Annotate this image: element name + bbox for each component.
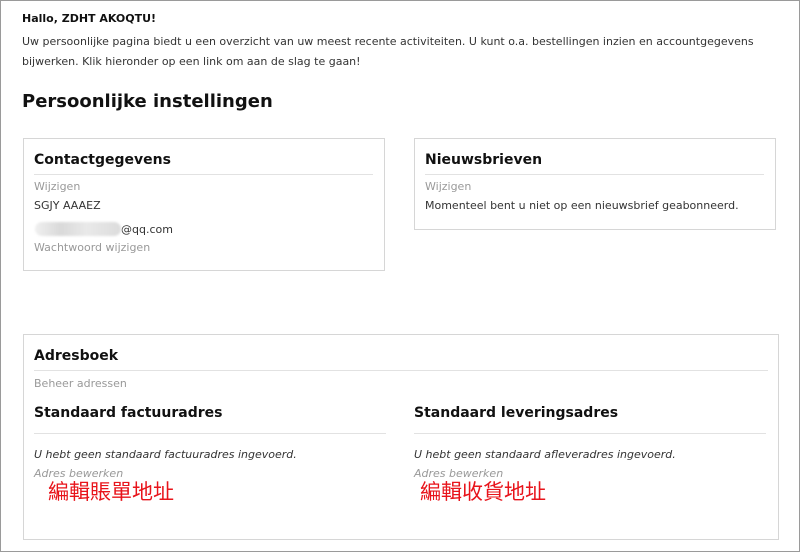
shipping-address-empty-text: U hebt geen standaard afleveradres ingev… [414, 448, 676, 461]
shipping-annotation: 編輯收貨地址 [420, 480, 546, 504]
contact-email-row: @qq.com [34, 218, 373, 237]
addressbook-title: Adresboek [34, 348, 768, 371]
newsletter-edit-link[interactable]: Wijzigen [425, 180, 764, 193]
contact-name: SGJY AAAEZ [34, 199, 101, 212]
billing-address-empty-text: U hebt geen standaard factuuradres ingev… [34, 448, 297, 461]
newsletter-card-title: Nieuwsbrieven [425, 152, 764, 175]
redacted-email-blur [35, 221, 121, 236]
contact-email-suffix: @qq.com [121, 223, 173, 236]
page-title: Persoonlijke instellingen [22, 91, 273, 112]
billing-address-section: Standaard factuuradres U hebt geen stand… [34, 405, 386, 506]
billing-annotation: 編輯賬單地址 [48, 480, 174, 504]
billing-address-title: Standaard factuuradres [34, 405, 386, 434]
contact-card-title: Contactgegevens [34, 152, 373, 175]
manage-addresses-link[interactable]: Beheer adressen [34, 377, 768, 390]
shipping-address-title: Standaard leveringsadres [414, 405, 766, 434]
newsletter-card: Nieuwsbrieven Wijzigen Momenteel bent u … [414, 138, 776, 230]
shipping-address-section: Standaard leveringsadres U hebt geen sta… [414, 405, 766, 506]
intro-text: Uw persoonlijke pagina biedt u een overz… [22, 35, 754, 68]
addressbook-card: Adresboek Beheer adressen Standaard fact… [23, 334, 779, 540]
change-password-link[interactable]: Wachtwoord wijzigen [34, 241, 373, 254]
contact-card: Contactgegevens Wijzigen SGJY AAAEZ @qq.… [23, 138, 385, 271]
contact-edit-link[interactable]: Wijzigen [34, 180, 373, 193]
newsletter-status: Momenteel bent u niet op een nieuwsbrief… [425, 199, 739, 212]
greeting-text: Hallo, ZDHT AKOQTU! [22, 12, 157, 25]
